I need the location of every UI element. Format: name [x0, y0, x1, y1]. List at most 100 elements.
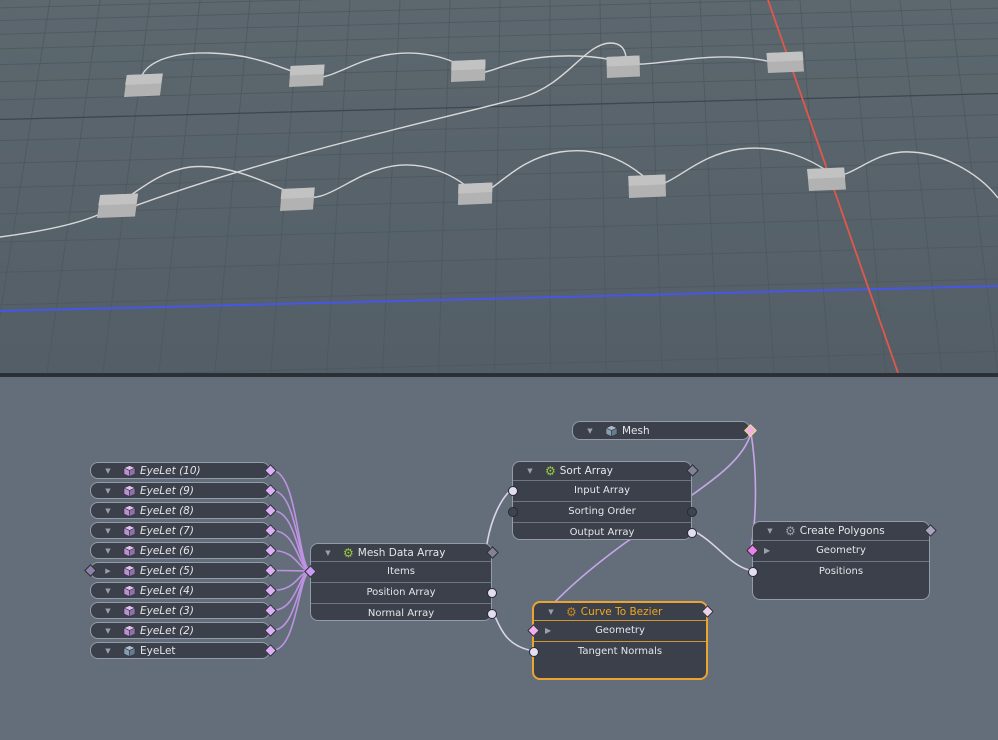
bezier-curve — [0, 148, 998, 237]
expand-triangle-icon[interactable] — [101, 567, 115, 575]
channel-row-sorting-order[interactable]: Sorting Order — [513, 501, 691, 522]
modifier-gear-icon — [785, 525, 796, 537]
mesh-box[interactable] — [280, 188, 315, 212]
channel-row-geometry[interactable]: Geometry — [534, 620, 706, 641]
channel-input-connector[interactable] — [508, 486, 518, 496]
modifier-gear-icon — [545, 465, 556, 477]
mesh-instance-icon — [123, 505, 136, 517]
mesh-box[interactable] — [451, 60, 486, 83]
channel-row-input-array[interactable]: Input Array — [513, 480, 691, 501]
application-window: EyeLet (10) EyeLet (9) EyeLet (8) EyeLet… — [0, 0, 998, 740]
node-title: Sort Array — [560, 465, 613, 477]
mesh-box[interactable] — [97, 194, 138, 219]
node-eyelet[interactable]: EyeLet — [90, 642, 270, 659]
schematic-editor[interactable]: EyeLet (10) EyeLet (9) EyeLet (8) EyeLet… — [0, 377, 998, 740]
channel-label: Geometry — [753, 541, 929, 560]
mesh-instance-icon — [123, 565, 136, 577]
node-eyelet-6[interactable]: EyeLet (6) — [90, 542, 270, 559]
mesh-box[interactable] — [807, 168, 846, 192]
node-mesh[interactable]: Mesh — [572, 421, 750, 440]
modifier-gear-icon — [343, 547, 354, 559]
mesh-instance-icon — [123, 605, 136, 617]
collapse-triangle-icon[interactable] — [101, 527, 115, 535]
channel-row-tangent-normals[interactable]: Tangent Normals — [534, 641, 706, 662]
collapse-triangle-icon[interactable] — [101, 587, 115, 595]
channel-row-items[interactable]: Items — [311, 561, 491, 582]
node-title: Create Polygons — [800, 525, 885, 537]
collapse-triangle-icon[interactable] — [763, 527, 777, 535]
channel-label: Input Array — [513, 481, 691, 500]
node-title: EyeLet (10) — [140, 465, 201, 477]
collapse-triangle-icon[interactable] — [101, 627, 115, 635]
node-mesh-data-array[interactable]: Mesh Data Array Items Position Array Nor… — [310, 543, 492, 621]
expand-arrow-icon[interactable] — [764, 541, 770, 560]
node-eyelet-8[interactable]: EyeLet (8) — [90, 502, 270, 519]
node-title: EyeLet (6) — [140, 545, 194, 557]
mesh-instance-icon — [123, 465, 136, 477]
expand-arrow-icon[interactable] — [545, 621, 551, 640]
channel-row-geometry[interactable]: Geometry — [753, 540, 929, 561]
mesh-instance-icon — [123, 485, 136, 497]
mesh-instance-icon — [123, 525, 136, 537]
node-create-polygons[interactable]: Create Polygons Geometry Positions — [752, 521, 930, 600]
collapse-triangle-icon[interactable] — [523, 467, 537, 475]
collapse-triangle-icon[interactable] — [583, 427, 597, 435]
node-sort-array[interactable]: Sort Array Input Array Sorting Order Out… — [512, 461, 692, 540]
mesh-box[interactable] — [124, 74, 163, 98]
modifier-gear-icon — [566, 606, 577, 618]
3d-viewport[interactable] — [0, 0, 998, 373]
mesh-box[interactable] — [606, 56, 640, 79]
channel-label: Output Array — [513, 523, 691, 542]
channel-input-connector[interactable] — [748, 567, 758, 577]
node-title: EyeLet (7) — [140, 525, 194, 537]
collapse-triangle-icon[interactable] — [544, 608, 558, 616]
channel-output-connector[interactable] — [487, 609, 497, 619]
node-eyelet-9[interactable]: EyeLet (9) — [90, 482, 270, 499]
mesh-box[interactable] — [289, 65, 325, 88]
collapse-triangle-icon[interactable] — [101, 487, 115, 495]
mesh-instance-icon — [123, 545, 136, 557]
channel-row-output-array[interactable]: Output Array — [513, 522, 691, 543]
node-title: EyeLet (8) — [140, 505, 194, 517]
mesh-item-icon — [605, 425, 618, 437]
channel-output-connector[interactable] — [487, 588, 497, 598]
mesh-instance-icon — [123, 625, 136, 637]
channel-label: Position Array — [311, 583, 491, 602]
collapse-triangle-icon[interactable] — [101, 607, 115, 615]
channel-row-normal-array[interactable]: Normal Array — [311, 603, 491, 624]
node-eyelet-10[interactable]: EyeLet (10) — [90, 462, 270, 479]
channel-row-positions[interactable]: Positions — [753, 561, 929, 582]
channel-output-connector[interactable] — [687, 507, 697, 517]
node-title: EyeLet (2) — [140, 625, 194, 637]
node-eyelet-7[interactable]: EyeLet (7) — [90, 522, 270, 539]
mesh-box[interactable] — [628, 175, 666, 199]
channel-label: Items — [311, 562, 491, 581]
channel-input-connector[interactable] — [508, 507, 518, 517]
channel-label: Tangent Normals — [534, 642, 706, 661]
collapse-triangle-icon[interactable] — [101, 467, 115, 475]
node-eyelet-3[interactable]: EyeLet (3) — [90, 602, 270, 619]
collapse-triangle-icon[interactable] — [101, 647, 115, 655]
channel-row-position-array[interactable]: Position Array — [311, 582, 491, 603]
node-eyelet-5[interactable]: EyeLet (5) — [90, 562, 270, 579]
mesh-box[interactable] — [458, 183, 492, 206]
node-title: Mesh — [622, 425, 650, 437]
channel-input-connector[interactable] — [529, 647, 539, 657]
node-title: EyeLet — [140, 645, 176, 657]
node-title: EyeLet (9) — [140, 485, 194, 497]
channel-label: Normal Array — [311, 604, 491, 623]
mesh-instance-icon — [123, 585, 136, 597]
mesh-box[interactable] — [766, 52, 804, 74]
node-curve-to-bezier[interactable]: Curve To Bezier Geometry Tangent Normals — [532, 601, 708, 680]
channel-output-connector[interactable] — [687, 528, 697, 538]
node-eyelet-2[interactable]: EyeLet (2) — [90, 622, 270, 639]
viewport-canvas[interactable] — [0, 0, 998, 373]
channel-label: Sorting Order — [513, 502, 691, 521]
node-title: EyeLet (3) — [140, 605, 194, 617]
node-title: EyeLet (4) — [140, 585, 194, 597]
node-eyelet-4[interactable]: EyeLet (4) — [90, 582, 270, 599]
collapse-triangle-icon[interactable] — [101, 507, 115, 515]
channel-label: Positions — [753, 562, 929, 581]
collapse-triangle-icon[interactable] — [321, 549, 335, 557]
collapse-triangle-icon[interactable] — [101, 547, 115, 555]
